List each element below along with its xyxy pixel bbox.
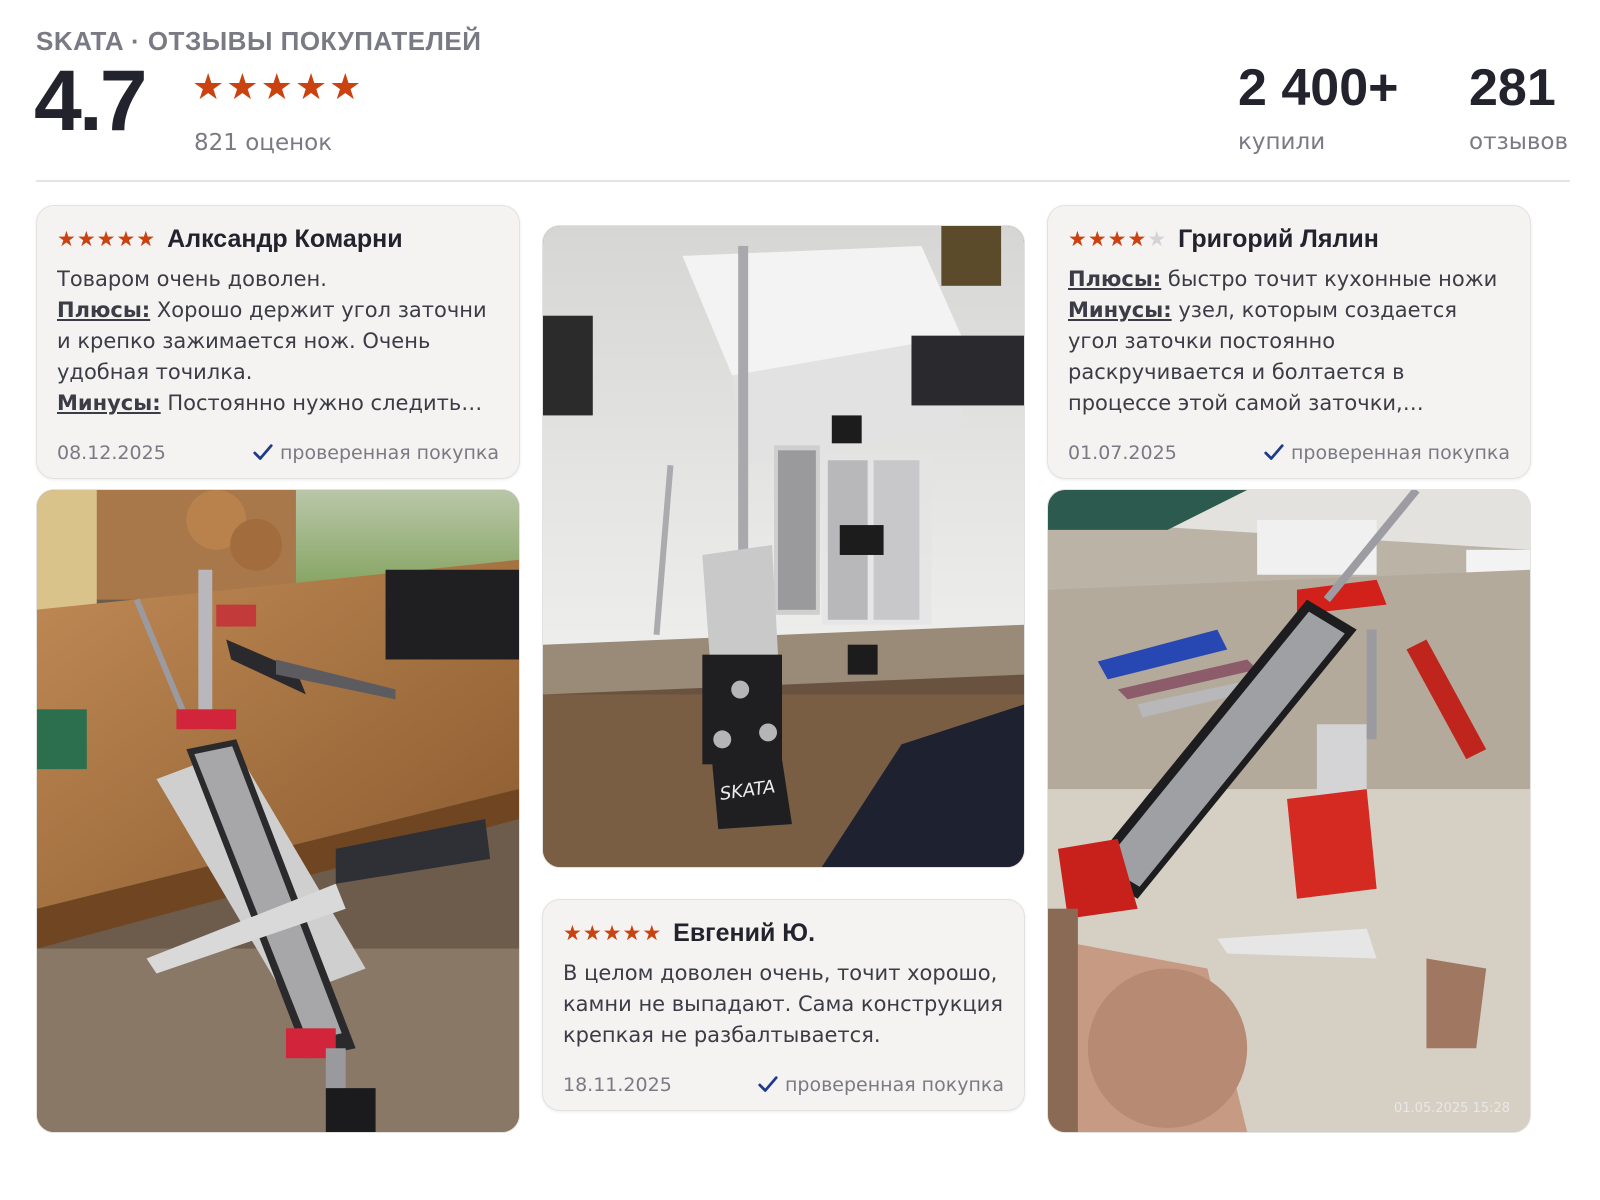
photo-timestamp: 01.05.2025 15:28 xyxy=(1393,1101,1510,1116)
review-author: Алксандр Комарни xyxy=(167,224,403,253)
review-date: 01.07.2025 xyxy=(1068,442,1177,464)
star-filled-icon: ★ xyxy=(294,67,328,108)
review-stars: ★ ★ ★ ★ ★ xyxy=(57,226,156,251)
cons-label: Минусы: xyxy=(57,391,161,415)
verified-label: проверенная покупка xyxy=(1290,442,1510,464)
photo-sharpener-table xyxy=(37,490,519,1132)
star-filled-icon: ★ xyxy=(1087,226,1107,251)
star-filled-icon: ★ xyxy=(136,226,156,251)
review-photo-1[interactable] xyxy=(36,489,520,1133)
review-header: ★ ★ ★ ★ ★ Григорий Лялин xyxy=(1068,224,1510,254)
review-stars: ★ ★ ★ ★ ★ xyxy=(1068,226,1167,251)
review-intro: Товаром очень доволен. xyxy=(57,267,327,291)
star-empty-icon: ★ xyxy=(1147,226,1167,251)
stat-bought-label: купили xyxy=(1238,129,1326,156)
star-filled-icon: ★ xyxy=(76,226,96,251)
star-filled-icon: ★ xyxy=(192,67,225,108)
review-photo-3[interactable]: 01.05.2025 15:28 xyxy=(1047,489,1531,1133)
stat-reviews: 281 отзывов xyxy=(1469,59,1569,156)
stat-bought: 2 400+ купили xyxy=(1238,59,1399,156)
review-text: Плюсы: быстро точит кухонные ножи Минусы… xyxy=(1068,264,1510,419)
review-footer: 08.12.2025 проверенная покупка xyxy=(57,442,499,464)
photo-sharpener-red xyxy=(1048,490,1530,1132)
verified-label: проверенная покупка xyxy=(279,442,499,464)
review-card-1[interactable]: ★ ★ ★ ★ ★ Алксандр Комарни Товаром очень дов… xyxy=(36,205,520,479)
check-icon xyxy=(1264,444,1284,460)
star-filled-icon: ★ xyxy=(1107,226,1127,251)
verified-badge: проверенная покупка xyxy=(252,442,499,464)
pros-label: Плюсы: xyxy=(57,298,151,322)
star-filled-icon: ★ xyxy=(329,67,362,108)
star-filled-icon: ★ xyxy=(226,67,259,108)
review-author: Евгений Ю. xyxy=(673,918,816,947)
check-icon xyxy=(758,1076,778,1092)
review-text: Товаром очень доволен. Плюсы: Хорошо дер… xyxy=(57,264,499,419)
star-filled-icon: ★ xyxy=(642,920,662,945)
pros-text: быстро точит кухонные ножи xyxy=(1167,267,1498,291)
review-stars: ★ ★ ★ ★ ★ xyxy=(563,920,662,945)
average-stars: ★ ★ ★ ★ ★ xyxy=(192,70,361,106)
cons-label: Минусы: xyxy=(1068,298,1172,322)
star-filled-icon: ★ xyxy=(563,920,582,945)
stat-bought-value: 2 400+ xyxy=(1238,59,1399,117)
verified-label: проверенная покупка xyxy=(784,1074,1004,1096)
verified-badge: проверенная покупка xyxy=(1263,442,1510,464)
star-filled-icon: ★ xyxy=(260,67,293,108)
star-filled-icon: ★ xyxy=(602,920,622,945)
verified-badge: проверенная покупка xyxy=(757,1074,1004,1096)
review-text: В целом доволен очень, точит хорошо, кам… xyxy=(563,961,1003,1047)
review-footer: 18.11.2025 проверенная покупка xyxy=(563,1074,1004,1096)
average-score: 4.7 xyxy=(34,53,148,149)
review-author: Григорий Лялин xyxy=(1178,224,1379,253)
star-filled-icon: ★ xyxy=(582,920,602,945)
review-photo-2[interactable]: SKATA xyxy=(542,225,1025,868)
review-card-2[interactable]: ★ ★ ★ ★ ★ Евгений Ю. В целом доволен очень, … xyxy=(542,899,1025,1111)
pros-label: Плюсы: xyxy=(1068,267,1162,291)
star-filled-icon: ★ xyxy=(1068,226,1087,251)
photo-sharpener-kit: SKATA xyxy=(543,226,1024,867)
star-filled-icon: ★ xyxy=(1127,226,1147,251)
star-filled-icon: ★ xyxy=(116,226,136,251)
review-card-3[interactable]: ★ ★ ★ ★ ★ Григорий Лялин Плюсы: быстро точит… xyxy=(1047,205,1531,479)
review-date: 08.12.2025 xyxy=(57,442,166,464)
header-divider xyxy=(36,180,1570,182)
review-header: ★ ★ ★ ★ ★ Евгений Ю. xyxy=(563,918,1004,948)
review-footer: 01.07.2025 проверенная покупка xyxy=(1068,442,1510,464)
star-filled-icon: ★ xyxy=(96,226,116,251)
review-date: 18.11.2025 xyxy=(563,1074,672,1096)
stat-reviews-label: отзывов xyxy=(1469,129,1569,156)
review-header: ★ ★ ★ ★ ★ Алксандр Комарни xyxy=(57,224,499,254)
check-icon xyxy=(253,444,273,460)
star-filled-icon: ★ xyxy=(622,920,642,945)
star-filled-icon: ★ xyxy=(57,226,76,251)
ratings-count: 821 оценок xyxy=(194,130,333,156)
stat-reviews-value: 281 xyxy=(1469,59,1556,117)
